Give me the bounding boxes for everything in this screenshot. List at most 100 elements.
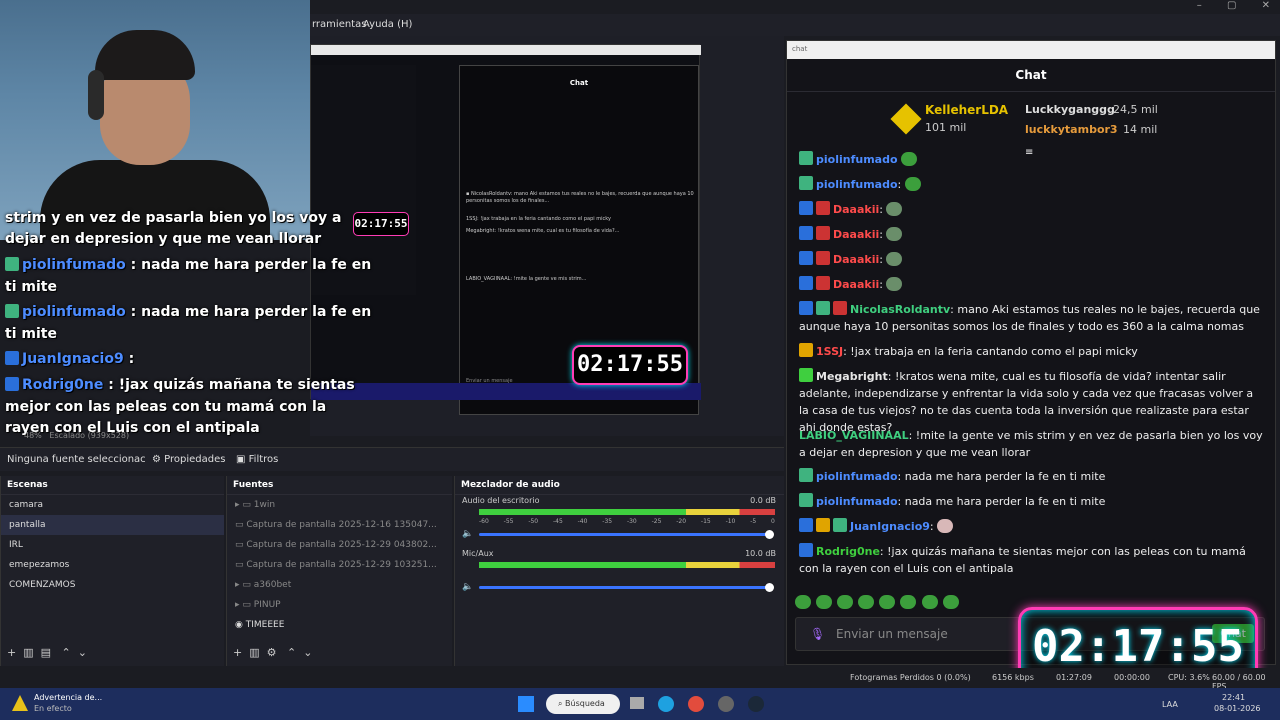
up-icon[interactable]: ⌃ bbox=[62, 646, 71, 659]
window-controls: – ▢ ✕ bbox=[1175, 0, 1270, 11]
menu-tools[interactable]: rramientas bbox=[312, 19, 366, 30]
source-item[interactable]: ◉ TIMEEEE bbox=[227, 615, 452, 635]
obs-status-bar: Fotogramas Perdidos 0 (0.0%) 6156 kbps 0… bbox=[784, 668, 1280, 691]
overlay-line: dejar en depresion y que me vean llorar bbox=[5, 231, 322, 247]
source-item[interactable]: ▭ Captura de pantalla 2025-12-29 103251.… bbox=[227, 555, 452, 575]
emote-icon[interactable] bbox=[816, 595, 833, 609]
minimize-icon[interactable]: – bbox=[1197, 0, 1202, 11]
audio-mixer-dock: Mezclador de audio Audio del escritorio … bbox=[454, 476, 784, 666]
properties-button[interactable]: ⚙ Propiedades bbox=[152, 454, 225, 465]
scene-item[interactable]: emepezamos bbox=[1, 555, 224, 575]
emote-icon[interactable] bbox=[837, 595, 854, 609]
overlay-line: ti mite bbox=[5, 326, 57, 342]
desktop-audio-label: Audio del escritorio bbox=[462, 496, 540, 505]
emote-icon[interactable] bbox=[900, 595, 917, 609]
sources-dock: Fuentes ▸ ▭ 1win ▭ Captura de pantalla 2… bbox=[226, 476, 452, 666]
crown-icon bbox=[890, 103, 922, 135]
chat-message: Daaakii: bbox=[799, 201, 1263, 218]
up-icon[interactable]: ⌃ bbox=[287, 646, 296, 659]
properties-bar: Ninguna fuente seleccionac ⚙ Propiedades… bbox=[0, 447, 784, 471]
scene-item[interactable]: camara bbox=[1, 495, 224, 515]
speaker-icon[interactable]: 🔈 bbox=[462, 582, 473, 592]
no-source-label: Ninguna fuente seleccionac bbox=[7, 454, 146, 465]
headset-icon bbox=[88, 70, 104, 120]
source-toolbar: + ▥ ⚙ ⌃ ⌄ bbox=[233, 646, 312, 659]
mic-audio-meter bbox=[479, 562, 775, 568]
mixer-title: Mezclador de audio bbox=[455, 476, 784, 495]
speaker-icon[interactable]: 🔈 bbox=[462, 529, 473, 539]
emote-icon[interactable] bbox=[858, 595, 875, 609]
gear-icon[interactable]: ⚙ bbox=[267, 646, 277, 659]
add-icon[interactable]: + bbox=[7, 646, 16, 659]
nested-timer: 02:17:55 bbox=[572, 345, 688, 385]
down-icon[interactable]: ⌄ bbox=[78, 646, 87, 659]
taskbar-search[interactable]: ⌕ Búsqueda bbox=[546, 694, 620, 714]
meter-scale: -60 -55 -50 -45 -40 -35 -30 -25 -20 -15 -10 -5 0 bbox=[479, 518, 775, 525]
rec-time: 00:00:00 bbox=[1114, 673, 1150, 682]
chat-message: LABIO_VAGIINAAL: !mite la gente ve mis s… bbox=[799, 429, 1263, 459]
source-item[interactable]: ▭ Captura de pantalla 2025-12-16 135047.… bbox=[227, 515, 452, 535]
leader-second-value: 24,5 mil bbox=[1113, 103, 1158, 116]
filters-button[interactable]: ▣ Filtros bbox=[236, 454, 278, 465]
desktop-audio-slider[interactable] bbox=[479, 533, 769, 536]
clock-time[interactable]: 22:41 bbox=[1222, 693, 1245, 702]
notification-title[interactable]: Advertencia de... bbox=[34, 693, 102, 702]
overlay-line: mejor con las peleas con tu mamá con la bbox=[5, 399, 327, 415]
language-indicator[interactable]: LAA bbox=[1162, 700, 1178, 709]
stream-time: 01:27:09 bbox=[1056, 673, 1092, 682]
add-icon[interactable]: + bbox=[233, 646, 242, 659]
obs-icon[interactable] bbox=[718, 696, 734, 712]
filter-icon[interactable]: ▤ bbox=[41, 646, 51, 659]
desktop-audio-meter bbox=[479, 509, 775, 515]
chat-message: Megabright: !kratos wena mite, cual es t… bbox=[799, 368, 1254, 434]
preview-scale: Escalado (939x528) bbox=[49, 431, 130, 440]
chat-message: JuanIgnacio9: bbox=[799, 518, 1263, 535]
nested-chat-title: Chat bbox=[569, 79, 589, 87]
desktop-audio-db: 0.0 dB bbox=[750, 496, 776, 505]
edge-icon[interactable] bbox=[658, 696, 674, 712]
chat-input-placeholder: Enviar un mensaje bbox=[836, 627, 948, 641]
mic-icon[interactable]: 🎙 bbox=[810, 627, 825, 641]
slider-knob[interactable] bbox=[765, 530, 774, 539]
scene-item[interactable]: pantalla bbox=[1, 515, 224, 535]
leaderboard: KelleherLDA 101 mil Luckkyganggg 24,5 mi… bbox=[890, 103, 1165, 143]
nested-timer-small: 02:17:55 bbox=[353, 212, 409, 236]
dropped-frames: Fotogramas Perdidos 0 (0.0%) bbox=[850, 673, 971, 682]
source-item[interactable]: ▭ Captura de pantalla 2025-12-29 043802.… bbox=[227, 535, 452, 555]
chrome-icon[interactable] bbox=[688, 696, 704, 712]
trash-icon[interactable]: ▥ bbox=[249, 646, 259, 659]
nested-taskbar bbox=[311, 383, 701, 400]
preview-zoom: 48% bbox=[24, 431, 42, 440]
scene-item[interactable]: IRL bbox=[1, 535, 224, 555]
overlay-message: piolinfumado : nada me hara perder la fe… bbox=[5, 257, 371, 273]
chat-header: Chat bbox=[787, 59, 1275, 92]
clock-date[interactable]: 08-01-2026 bbox=[1214, 704, 1261, 713]
slider-knob[interactable] bbox=[765, 583, 774, 592]
emote-icon[interactable] bbox=[942, 595, 959, 609]
source-item[interactable]: ▸ ▭ a360bet bbox=[227, 575, 452, 595]
steam-icon[interactable] bbox=[748, 696, 764, 712]
maximize-icon[interactable]: ▢ bbox=[1227, 0, 1236, 11]
overlay-line: ti mite bbox=[5, 279, 57, 295]
chat-popout-window: chat Chat KelleherLDA 101 mil Luckkygang… bbox=[786, 40, 1276, 665]
trash-icon[interactable]: ▥ bbox=[23, 646, 33, 659]
chat-message: piolinfumado: bbox=[799, 176, 1263, 193]
down-icon[interactable]: ⌄ bbox=[303, 646, 312, 659]
windows-taskbar: Advertencia de... En efecto ⌕ Búsqueda L… bbox=[0, 688, 1280, 720]
emote-icon[interactable] bbox=[921, 595, 938, 609]
chat-message: Daaakii: bbox=[799, 251, 1263, 268]
leader-second-name: Luckkyganggg bbox=[1025, 103, 1115, 116]
emote-icon[interactable] bbox=[879, 595, 896, 609]
emote-icon[interactable] bbox=[795, 595, 811, 609]
menu-help[interactable]: Ayuda (H) bbox=[363, 19, 412, 30]
mic-audio-label: Mic/Aux bbox=[462, 549, 494, 558]
scene-toolbar: + ▥ ▤ ⌃ ⌄ bbox=[7, 646, 87, 659]
close-icon[interactable]: ✕ bbox=[1262, 0, 1270, 11]
chat-message: piolinfumado: nada me hara perder la fe … bbox=[799, 468, 1263, 485]
windows-start-icon[interactable] bbox=[518, 696, 534, 712]
task-view-icon[interactable] bbox=[630, 697, 644, 709]
source-item[interactable]: ▸ ▭ PINUP bbox=[227, 595, 452, 615]
source-item[interactable]: ▸ ▭ 1win bbox=[227, 495, 452, 515]
scene-item[interactable]: COMENZAMOS bbox=[1, 575, 224, 595]
mic-audio-slider[interactable] bbox=[479, 586, 769, 589]
